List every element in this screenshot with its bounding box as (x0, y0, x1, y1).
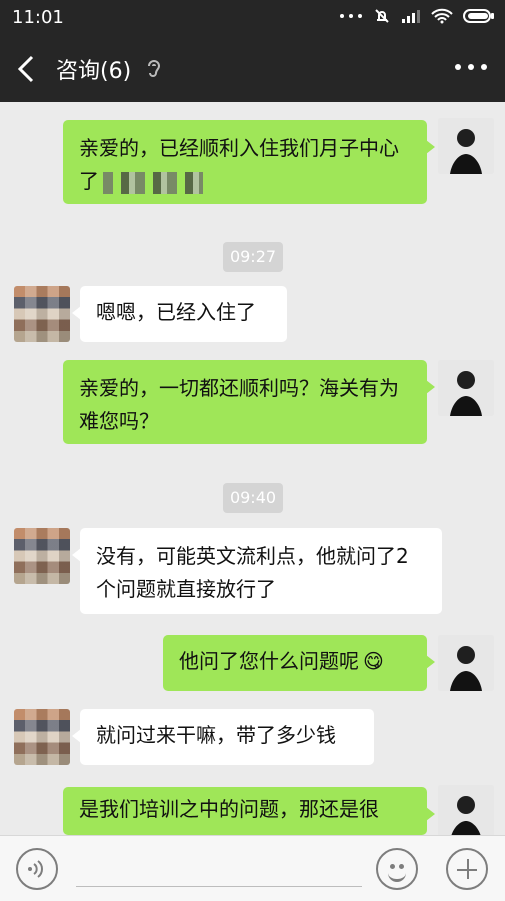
status-bar: 11:01 (0, 0, 505, 36)
chat-title: 咨询(6) (56, 53, 163, 85)
message-text: 他问了您什么问题呢 (179, 649, 359, 673)
user-avatar[interactable] (14, 528, 70, 584)
voice-icon[interactable] (16, 848, 58, 890)
agent-avatar[interactable] (438, 360, 494, 416)
message-bubble-agent: 他问了您什么问题呢 😋 (163, 635, 435, 691)
message-text: 是我们培训之中的问题，那还是很 (79, 797, 379, 821)
plus-icon[interactable] (446, 848, 488, 890)
chat-title-text: 咨询(6) (56, 59, 132, 84)
message-bubble-user: 就问过来干嘛，带了多少钱 (72, 709, 374, 765)
message-bubble-agent: 亲爱的，一切都还顺利吗？海关有为难您吗？ (63, 360, 435, 444)
message-text: 嗯嗯，已经入住了 (96, 300, 256, 324)
more-icon[interactable] (455, 64, 487, 70)
emoji-sticker: 😋 (363, 649, 384, 673)
signal-icon (402, 10, 420, 23)
message-input[interactable] (76, 886, 362, 887)
emoji-icon[interactable] (376, 848, 418, 890)
time-stamp: 09:40 (223, 483, 283, 513)
agent-avatar[interactable] (438, 118, 494, 174)
user-avatar[interactable] (14, 286, 70, 342)
back-arrow-icon[interactable] (14, 54, 42, 84)
message-text: 亲爱的，一切都还顺利吗？海关有为难您吗？ (79, 376, 399, 433)
header: 咨询(6) (0, 36, 505, 102)
battery-icon (463, 9, 494, 23)
message-text: 就问过来干嘛，带了多少钱 (96, 723, 336, 747)
mute-bell-icon (375, 9, 389, 23)
message-bubble-agent: 亲爱的，已经顺利入住我们月子中心了 (63, 120, 435, 204)
message-bubble-agent: 是我们培训之中的问题，那还是很 (63, 787, 435, 835)
ear-icon (148, 60, 161, 77)
status-time: 11:01 (12, 7, 64, 28)
time-stamp: 09:27 (223, 242, 283, 272)
status-icons (339, 7, 495, 25)
agent-avatar[interactable] (438, 785, 494, 835)
input-bar (0, 835, 505, 901)
message-text: 没有，可能英文流利点，他就问了2个问题就直接放行了 (96, 544, 409, 601)
message-bubble-user: 没有，可能英文流利点，他就问了2个问题就直接放行了 (72, 528, 442, 614)
message-bubble-user: 嗯嗯，已经入住了 (72, 286, 287, 342)
agent-avatar[interactable] (438, 635, 494, 691)
chat-area: 亲爱的，已经顺利入住我们月子中心了 09:27 嗯嗯，已经入住了 亲爱的，一切都… (0, 102, 505, 835)
wifi-icon (431, 8, 453, 24)
more-dots-icon (340, 14, 362, 18)
user-avatar[interactable] (14, 709, 70, 765)
blurred-name (103, 171, 203, 194)
